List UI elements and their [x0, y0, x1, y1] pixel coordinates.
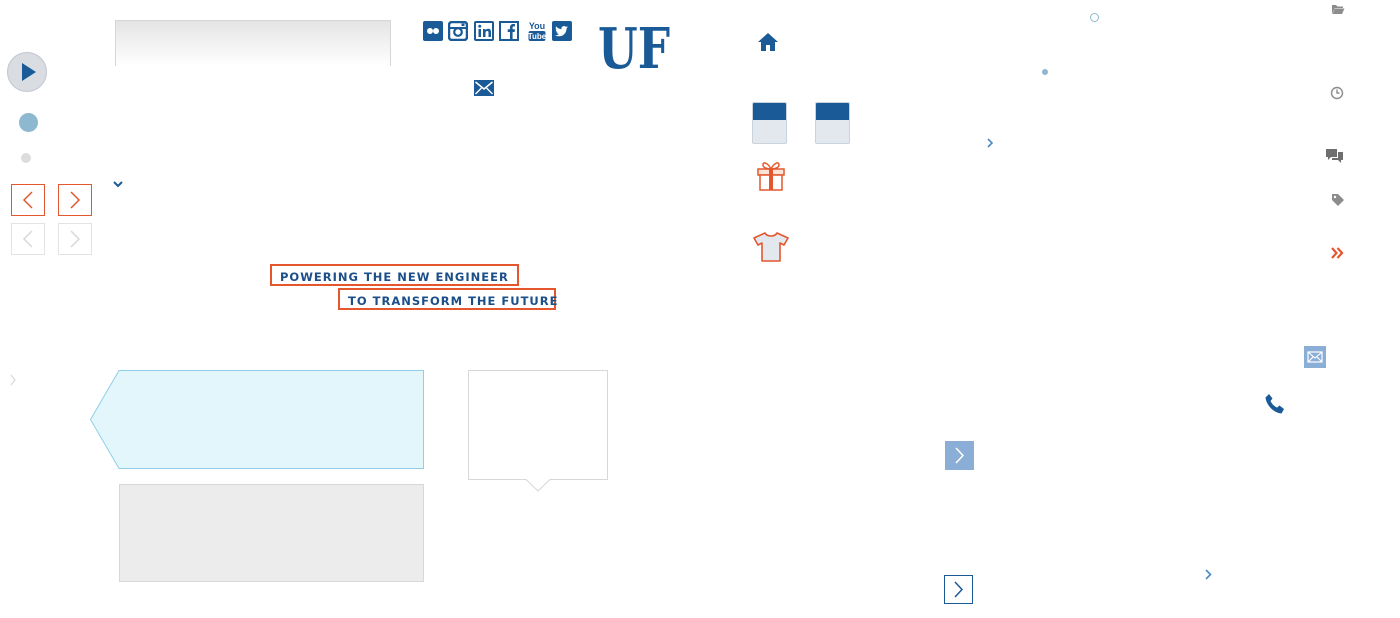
flickr-icon[interactable]	[423, 21, 443, 41]
mail-icon[interactable]	[474, 80, 494, 96]
calendar-icon	[815, 102, 850, 144]
uf-logo-text: UF	[598, 16, 670, 73]
next-arrow-button[interactable]	[945, 441, 974, 470]
play-icon	[22, 63, 36, 81]
chevron-right-small-icon[interactable]	[9, 374, 17, 386]
tag-icon	[1332, 194, 1344, 206]
chevron-right-icon	[70, 230, 81, 248]
mail-icon[interactable]	[1304, 346, 1326, 368]
prev-button-disabled[interactable]	[11, 223, 45, 255]
decorative-circle	[1090, 13, 1099, 22]
clock-icon	[1330, 86, 1344, 100]
chevron-left-icon	[22, 191, 33, 209]
play-button[interactable]	[7, 52, 47, 92]
slide-dot-active[interactable]	[19, 113, 38, 132]
next-arrow-button-outline[interactable]	[944, 575, 973, 604]
youtube-text-you: You	[529, 21, 545, 31]
uf-logo[interactable]: UF	[598, 15, 674, 82]
youtube-text-tube: Tube	[528, 32, 547, 41]
next-button-disabled[interactable]	[58, 223, 92, 255]
instagram-icon[interactable]	[448, 21, 468, 41]
youtube-icon[interactable]: You Tube	[527, 20, 547, 42]
gift-icon	[757, 162, 785, 191]
linkedin-icon[interactable]	[474, 21, 494, 41]
chevron-right-small-icon[interactable]	[987, 138, 994, 148]
tshirt-icon	[753, 232, 789, 262]
chevron-right-small-icon[interactable]	[1205, 569, 1212, 580]
gray-panel	[119, 484, 424, 582]
chevron-down-icon[interactable]	[112, 180, 124, 190]
search-box[interactable]	[115, 20, 394, 68]
hero-line-1: POWERING THE NEW ENGINEER	[270, 264, 519, 286]
slide-dot[interactable]	[21, 153, 31, 163]
hero-line-2: TO TRANSFORM THE FUTURE	[338, 288, 557, 310]
callout-box	[90, 370, 424, 469]
prev-button[interactable]	[11, 184, 45, 216]
comments-icon	[1326, 149, 1343, 163]
decorative-dot	[1042, 69, 1048, 75]
next-button[interactable]	[58, 184, 92, 216]
chevron-right-icon	[70, 191, 81, 209]
calendar-icon	[752, 102, 787, 144]
folder-icon	[1332, 5, 1345, 14]
chevron-right-icon	[955, 447, 965, 464]
twitter-icon[interactable]	[552, 21, 572, 41]
search-input[interactable]	[116, 21, 394, 68]
chevron-right-icon	[954, 581, 964, 598]
phone-icon[interactable]	[1264, 393, 1286, 415]
chevron-left-icon	[22, 230, 33, 248]
tooltip-box	[468, 370, 608, 492]
facebook-icon[interactable]	[499, 21, 519, 41]
home-icon[interactable]	[757, 31, 779, 53]
double-chevron-icon[interactable]	[1330, 246, 1344, 260]
